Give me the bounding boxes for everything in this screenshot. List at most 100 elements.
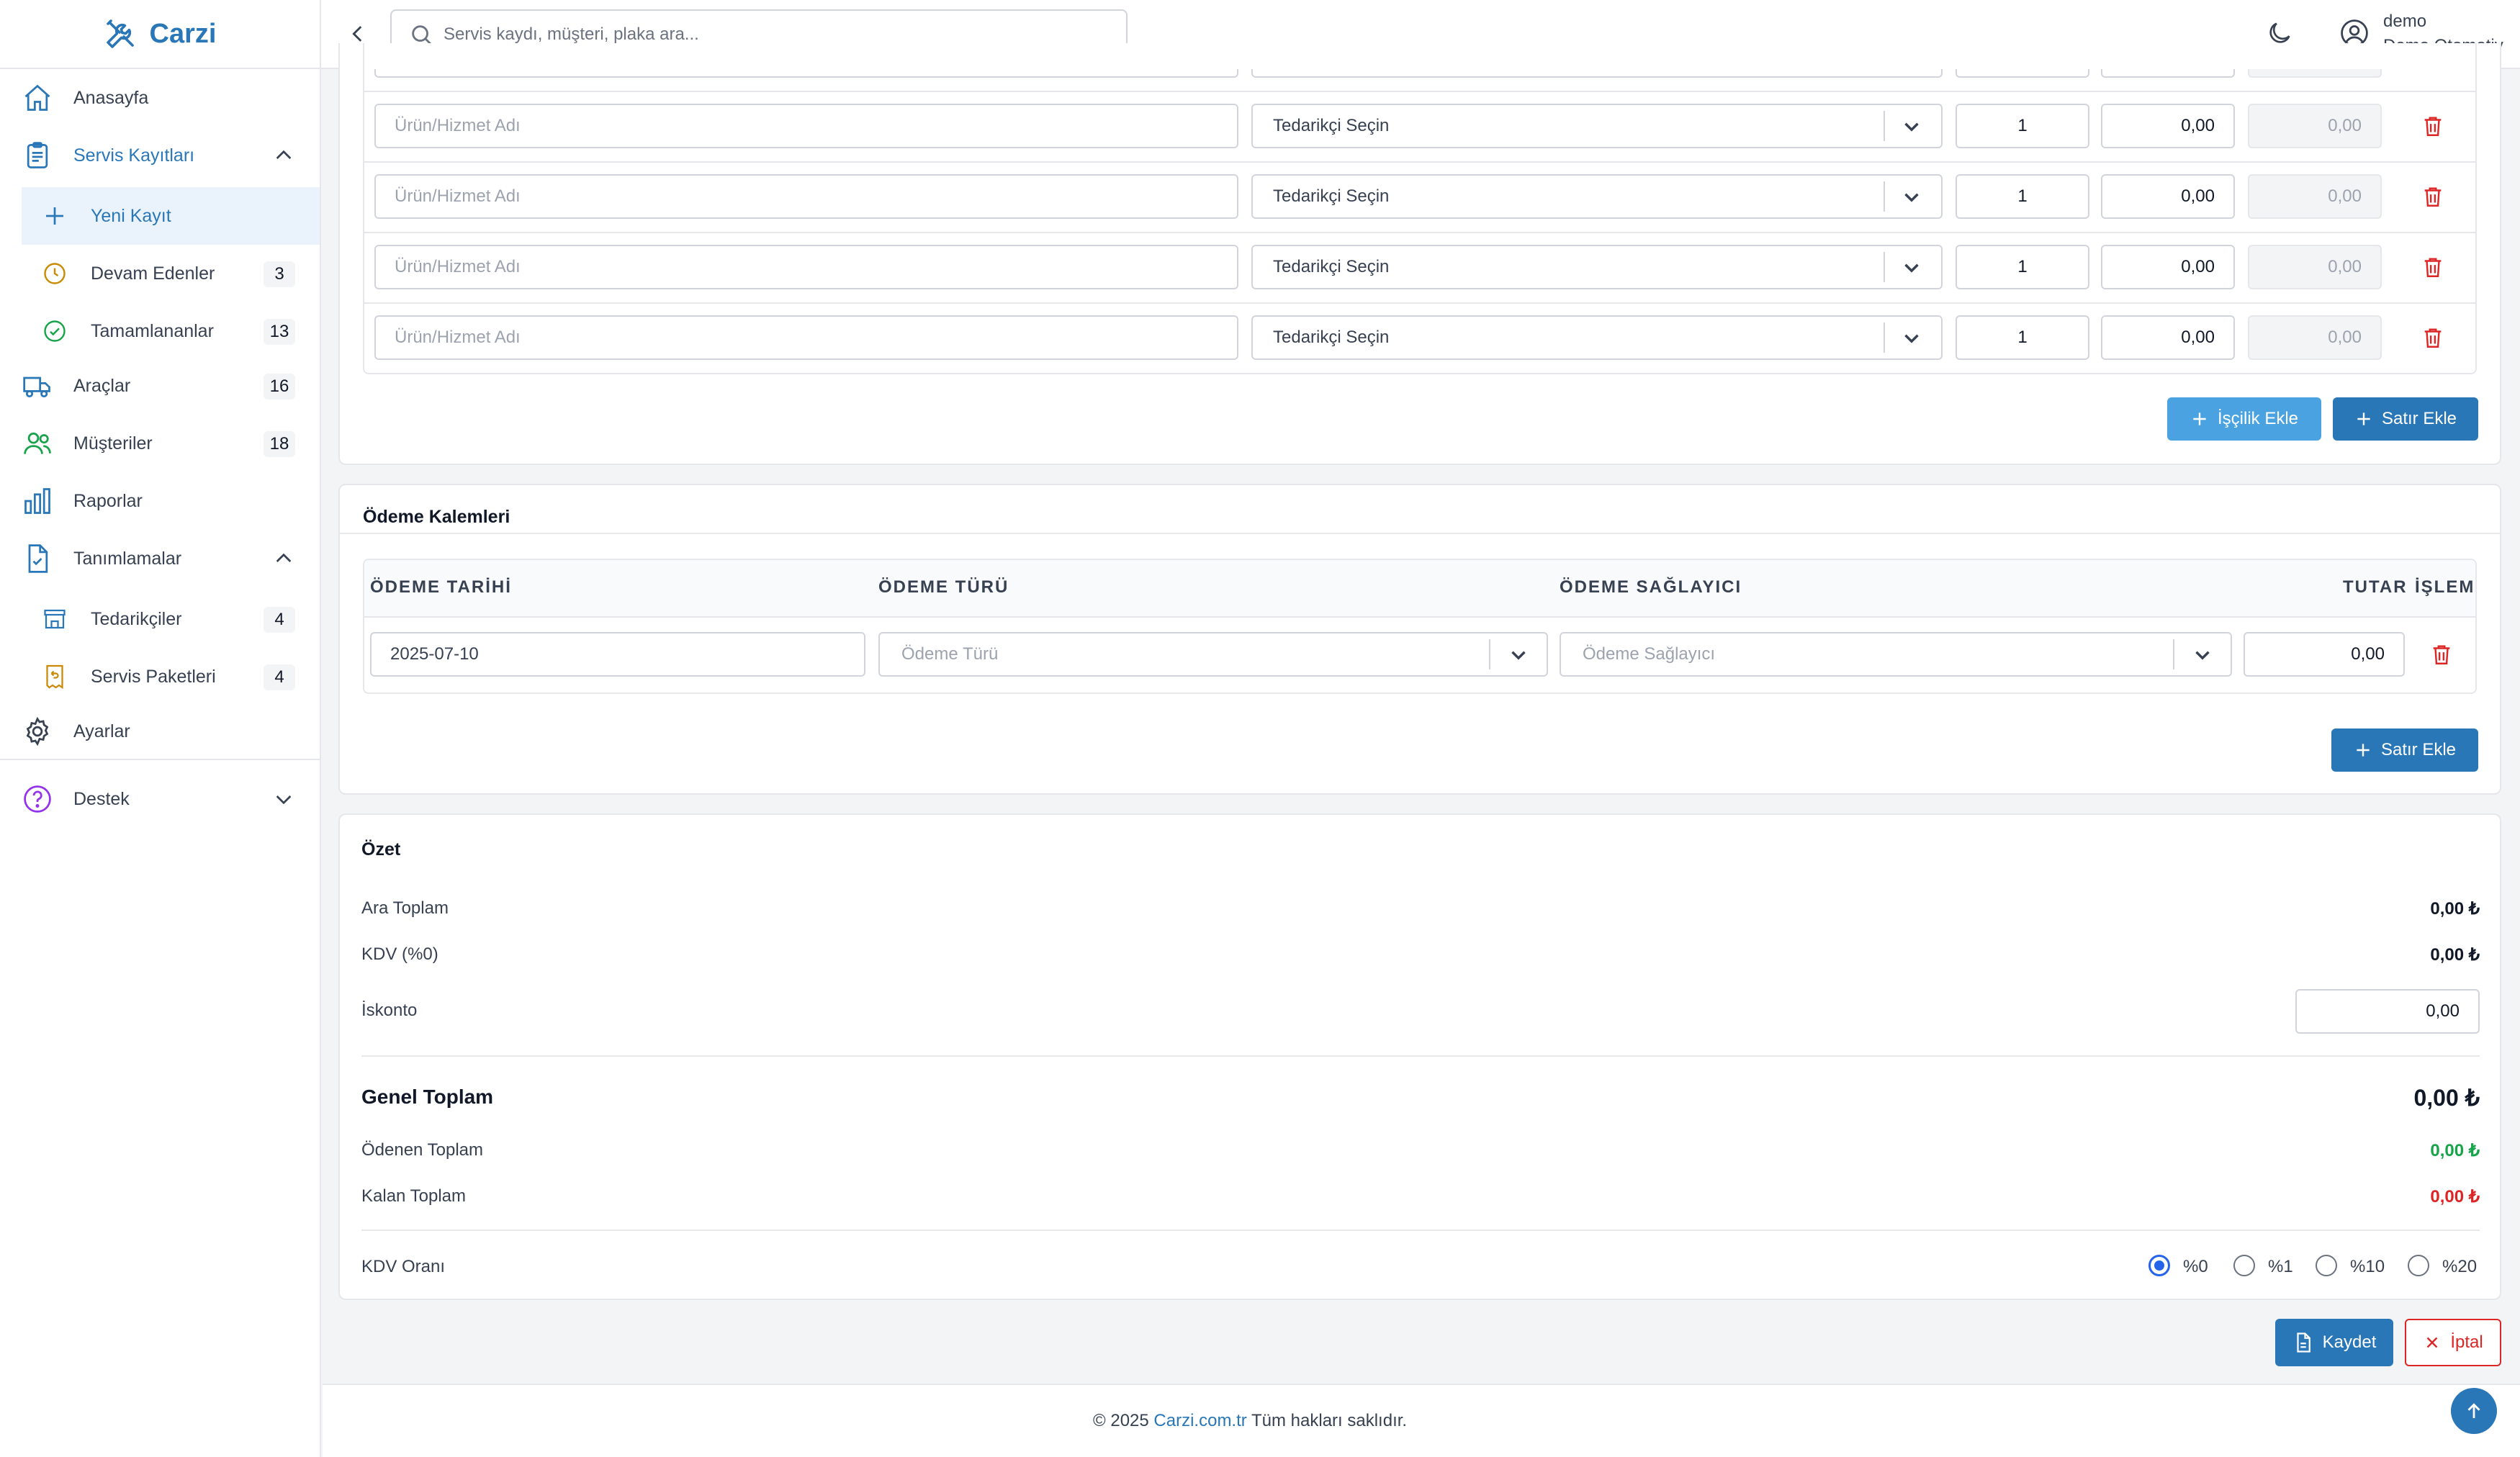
item-name-input[interactable]: Ürün/Hizmet Adı [374,104,1238,148]
item-name-placeholder: Ürün/Hizmet Adı [395,116,521,135]
sidebar-item-label: Tedarikçiler [91,608,182,629]
supplier-select[interactable]: Tedarikçi Seçin [1251,245,1943,289]
sidebar-item-completed[interactable]: Tamamlananlar 13 [0,302,320,360]
unit-price-input[interactable]: 0,00 [2101,104,2235,148]
select-separator [1884,252,1885,282]
qty-input[interactable]: 1 [1956,174,2089,219]
trash-icon[interactable] [2421,184,2445,209]
payment-provider-select[interactable]: Ödeme Sağlayıcı [1560,632,2232,677]
supplier-select[interactable]: Tedarikçi Seçin [1251,104,1943,148]
check-circle-icon [44,320,66,342]
supplier-select[interactable]: Tedarikçi Seçin [1251,174,1943,219]
sidebar-item-service-packages[interactable]: Servis Paketleri 4 [0,648,320,705]
trash-icon[interactable] [2421,255,2445,279]
qty-input[interactable]: 1 [1956,104,2089,148]
qty-input[interactable]: 1 [1956,315,2089,360]
col-payment-type: ÖDEME TÜRÜ [878,577,1009,597]
sidebar-item-reports[interactable]: Raporlar [0,472,320,530]
price-input-partial[interactable] [2101,69,2235,78]
add-payment-row-button[interactable]: Satır Ekle [2331,728,2478,772]
home-icon [24,84,50,111]
unit-price-input[interactable]: 0,00 [2101,245,2235,289]
remaining-total-label: Kalan Toplam [361,1186,466,1206]
qty-input[interactable]: 1 [1956,245,2089,289]
sidebar-item-settings[interactable]: Ayarlar [0,703,320,760]
payment-provider-placeholder: Ödeme Sağlayıcı [1583,644,1716,664]
sidebar-item-label: Tamamlananlar [91,320,214,341]
row-divider [364,232,2475,233]
payment-type-select[interactable]: Ödeme Türü [878,632,1548,677]
item-name-input[interactable]: Ürün/Hizmet Adı [374,174,1238,219]
add-labor-button[interactable]: İşçilik Ekle [2167,397,2321,441]
sidebar-item-service-records[interactable]: Servis Kayıtları [0,127,320,184]
summary-card [338,813,2501,1300]
col-amount: TUTAR [2343,577,2408,597]
sidebar-item-label: Servis Kayıtları [73,145,195,166]
payment-date-input[interactable]: 2025-07-10 [370,632,865,677]
supplier-select-partial[interactable] [1251,69,1943,78]
discount-input[interactable]: 0,00 [2295,989,2480,1034]
chevron-down-icon [1904,122,1919,132]
sidebar-item-support[interactable]: Destek [0,770,320,828]
add-row-label: Satır Ekle [2380,740,2457,759]
qty-input-partial[interactable] [1956,69,2089,78]
save-button[interactable]: Kaydet [2275,1319,2393,1366]
unit-price-value: 0,00 [2181,116,2215,135]
sidebar-item-home[interactable]: Anasayfa [0,69,320,127]
supplier-select[interactable]: Tedarikçi Seçin [1251,315,1943,360]
vat-rate-option-label: %1 [2268,1257,2293,1276]
users-icon [24,432,51,454]
unit-price-input[interactable]: 0,00 [2101,174,2235,219]
receipt-refund-icon [46,664,63,690]
plus-icon [2357,744,2370,757]
trash-icon[interactable] [2421,325,2445,350]
sidebar-item-new-record[interactable]: Yeni Kayıt [22,187,320,245]
sidebar-item-in-progress[interactable]: Devam Edenler 3 [0,245,320,302]
payments-title: Ödeme Kalemleri [363,507,510,527]
chevron-down-icon [1904,334,1919,343]
qty-value: 1 [2017,116,2028,135]
save-label: Kaydet [2322,1332,2377,1352]
trash-icon[interactable] [2421,114,2445,138]
brand-logo[interactable]: Carzi [0,0,320,69]
line-total-value: 0,00 [2328,328,2362,347]
chevron-down-icon [276,795,292,805]
document-icon [2297,1332,2310,1353]
unit-price-input[interactable]: 0,00 [2101,315,2235,360]
add-item-row-button[interactable]: Satır Ekle [2333,397,2478,441]
sidebar-item-customers[interactable]: Müşteriler 18 [0,415,320,472]
cancel-button[interactable]: İptal [2405,1319,2501,1366]
sidebar-item-suppliers[interactable]: Tedarikçiler 4 [0,590,320,648]
chevron-left-icon[interactable] [346,22,370,46]
vat-rate-option-label: %10 [2350,1257,2385,1276]
supplier-placeholder: Tedarikçi Seçin [1273,186,1390,206]
vat-rate-radio-0[interactable] [2148,1255,2170,1276]
col-action: İŞLEM [2415,577,2475,597]
vat-rate-option-label: %20 [2442,1257,2478,1276]
vat-rate-radio-10[interactable] [2316,1255,2337,1276]
sidebar-item-vehicles[interactable]: Araçlar 16 [0,357,320,415]
item-name-input[interactable]: Ürün/Hizmet Adı [374,315,1238,360]
vat-rate-option-label: %0 [2183,1257,2208,1276]
unit-price-value: 0,00 [2181,186,2215,206]
item-name-input[interactable]: Ürün/Hizmet Adı [374,245,1238,289]
select-separator [1884,181,1885,212]
sidebar-item-definitions[interactable]: Tanımlamalar [0,530,320,587]
supplier-placeholder: Tedarikçi Seçin [1273,116,1390,135]
footer-link[interactable]: Carzi.com.tr [1153,1411,1246,1430]
total-field-partial [2248,69,2382,78]
item-name-input-partial[interactable] [374,69,1238,78]
scroll-top-button[interactable] [2451,1388,2497,1434]
trash-icon[interactable] [2429,642,2454,667]
payment-amount-input[interactable]: 0,00 [2244,632,2405,677]
bar-chart-icon [24,488,50,514]
line-total-field: 0,00 [2248,245,2382,289]
paid-total-label: Ödenen Toplam [361,1140,484,1160]
vat-rate-radio-20[interactable] [2408,1255,2429,1276]
item-name-placeholder: Ürün/Hizmet Adı [395,257,521,276]
vat-rate-radio-1[interactable] [2233,1255,2255,1276]
item-name-placeholder: Ürün/Hizmet Adı [395,328,521,347]
supplier-placeholder: Tedarikçi Seçin [1273,328,1390,347]
cancel-label: İptal [2450,1332,2483,1352]
payment-type-placeholder: Ödeme Türü [901,644,999,664]
